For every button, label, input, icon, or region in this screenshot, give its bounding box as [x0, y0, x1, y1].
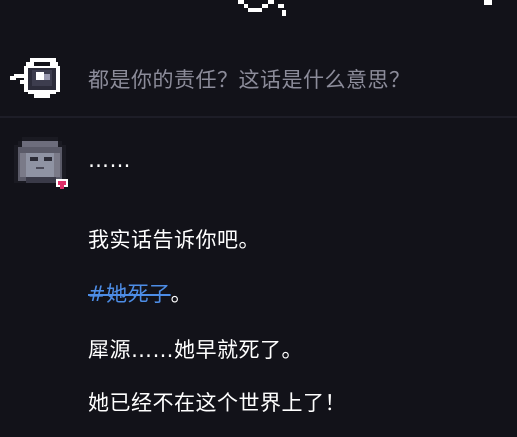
npc-line-text: 我实话告诉你吧。: [88, 228, 260, 252]
npc-line-text: ……: [88, 148, 131, 172]
dialogue-divider: [0, 116, 517, 118]
npc-dialogue-line: 她已经不在这个世界上了！: [88, 387, 346, 417]
corner-marker: [484, 0, 492, 5]
hashtag-link[interactable]: #她死了: [88, 282, 171, 306]
npc-line-text: 。: [170, 282, 193, 306]
npc-dialogue-line: #她死了。: [88, 278, 192, 308]
top-decoration-icon: [238, 0, 286, 16]
npc-line-text: 犀源……她早就死了。: [88, 338, 303, 362]
npc-dialogue-line: 犀源……她早就死了。: [88, 334, 303, 364]
npc-line-text: 她已经不在这个世界上了！: [88, 391, 346, 415]
player-dialogue-line: 都是你的责任？这话是什么意思？: [88, 68, 411, 92]
gray-haired-portrait-icon: [14, 137, 68, 189]
npc-dialogue-line: ……: [88, 148, 131, 172]
npc-dialogue-line: 我实话告诉你吧。: [88, 224, 260, 254]
shadow-cat-icon: [10, 58, 60, 98]
dialogue-screen: 都是你的责任？这话是什么意思？ …… 我实话告诉你吧。 #她死了。 犀源……她早…: [0, 0, 517, 437]
